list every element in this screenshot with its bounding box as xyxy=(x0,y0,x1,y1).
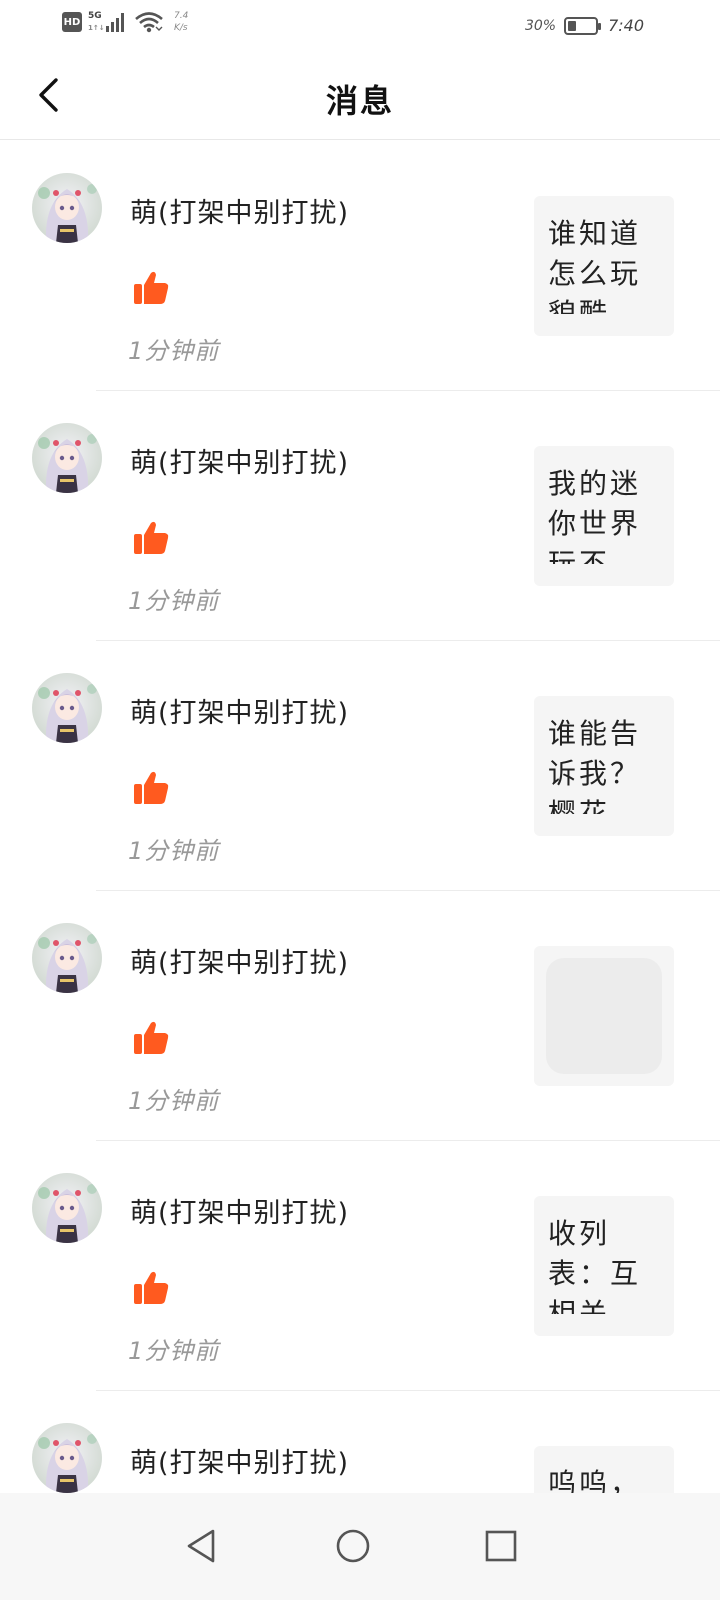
content-preview[interactable]: 谁能告诉我？樱花… xyxy=(534,696,674,836)
message-time: 1分钟前 xyxy=(128,1337,220,1365)
message-time: 1分钟前 xyxy=(128,1087,220,1115)
status-left: HD 5G 1↑↓ 7.4 K/s xyxy=(62,10,188,34)
thumbs-up-icon xyxy=(132,1019,170,1057)
thumbs-up-icon xyxy=(132,769,170,807)
nav-back-button[interactable] xyxy=(166,1511,236,1581)
preview-text: 呜呜，谁 xyxy=(548,1467,642,1493)
battery-icon xyxy=(564,16,602,35)
content-preview[interactable]: 谁知道怎么玩貌酷… xyxy=(534,196,674,336)
square-recents-icon xyxy=(485,1530,517,1562)
content-preview[interactable]: 呜呜，谁 xyxy=(534,1446,674,1493)
avatar[interactable] xyxy=(32,1423,102,1493)
message-item[interactable]: 萌(打架中别打扰) 1分钟前 收列表：互相关… xyxy=(0,1141,720,1391)
battery-percent: 30% xyxy=(524,17,557,34)
message-time: 1分钟前 xyxy=(128,837,220,865)
message-item[interactable]: 萌(打架中别打扰) 1分钟前 呜呜，谁 xyxy=(0,1391,720,1493)
message-item[interactable]: 萌(打架中别打扰) 1分钟前 谁知道怎么玩貌酷… xyxy=(0,141,720,391)
sender-name[interactable]: 萌(打架中别打扰) xyxy=(130,441,349,480)
signal-icon xyxy=(106,12,124,32)
hd-badge: HD xyxy=(62,12,82,32)
avatar[interactable] xyxy=(32,423,102,493)
message-list[interactable]: 萌(打架中别打扰) 1分钟前 谁知道怎么玩貌酷… 萌(打架中别打扰) 1分钟前 … xyxy=(0,141,720,1493)
clock: 7:40 xyxy=(608,16,644,35)
network-label: 5G xyxy=(88,11,102,21)
avatar[interactable] xyxy=(32,1173,102,1243)
thumbs-up-icon xyxy=(132,519,170,557)
network-speed: 7.4 K/s xyxy=(174,10,188,34)
sender-name[interactable]: 萌(打架中别打扰) xyxy=(130,1441,349,1480)
preview-image-placeholder xyxy=(546,958,662,1074)
message-item[interactable]: 萌(打架中别打扰) 1分钟前 谁能告诉我？樱花… xyxy=(0,641,720,891)
page-title: 消息 xyxy=(325,82,394,120)
network-type: 5G 1↑↓ xyxy=(88,11,105,33)
status-bar: HD 5G 1↑↓ 7.4 K/s 30% 7:40 xyxy=(0,0,720,52)
message-time: 1分钟前 xyxy=(128,587,220,615)
preview-text: 谁能告诉我？樱花… xyxy=(548,717,642,814)
content-preview[interactable]: 收列表：互相关… xyxy=(534,1196,674,1336)
sender-name[interactable]: 萌(打架中别打扰) xyxy=(130,1191,349,1230)
system-nav-bar xyxy=(0,1493,720,1600)
circle-home-icon xyxy=(336,1529,370,1563)
avatar[interactable] xyxy=(32,923,102,993)
triangle-back-icon xyxy=(187,1529,215,1563)
nav-home-button[interactable] xyxy=(318,1511,388,1581)
battery-fill xyxy=(568,20,576,31)
status-right: 30% 7:40 xyxy=(525,16,644,35)
content-preview[interactable]: 我的迷你世界玩不… xyxy=(534,446,674,586)
message-time: 1分钟前 xyxy=(128,337,220,365)
page-header: 消息 xyxy=(0,52,720,140)
message-item[interactable]: 萌(打架中别打扰) 1分钟前 xyxy=(0,891,720,1141)
content-preview[interactable] xyxy=(534,946,674,1086)
sender-name[interactable]: 萌(打架中别打扰) xyxy=(130,691,349,730)
preview-text: 我的迷你世界玩不… xyxy=(548,467,642,564)
network-sub: 1↑↓ xyxy=(88,24,105,32)
message-item[interactable]: 萌(打架中别打扰) 1分钟前 我的迷你世界玩不… xyxy=(0,391,720,641)
preview-text: 收列表：互相关… xyxy=(548,1217,642,1314)
wifi-icon xyxy=(134,11,164,33)
avatar[interactable] xyxy=(32,173,102,243)
sender-name[interactable]: 萌(打架中别打扰) xyxy=(130,941,349,980)
avatar[interactable] xyxy=(32,673,102,743)
nav-recents-button[interactable] xyxy=(466,1511,536,1581)
speed-unit: K/s xyxy=(174,23,188,33)
thumbs-up-icon xyxy=(132,1269,170,1307)
thumbs-up-icon xyxy=(132,269,170,307)
speed-value: 7.4 xyxy=(174,11,189,21)
preview-text: 谁知道怎么玩貌酷… xyxy=(548,217,642,314)
sender-name[interactable]: 萌(打架中别打扰) xyxy=(130,191,349,230)
